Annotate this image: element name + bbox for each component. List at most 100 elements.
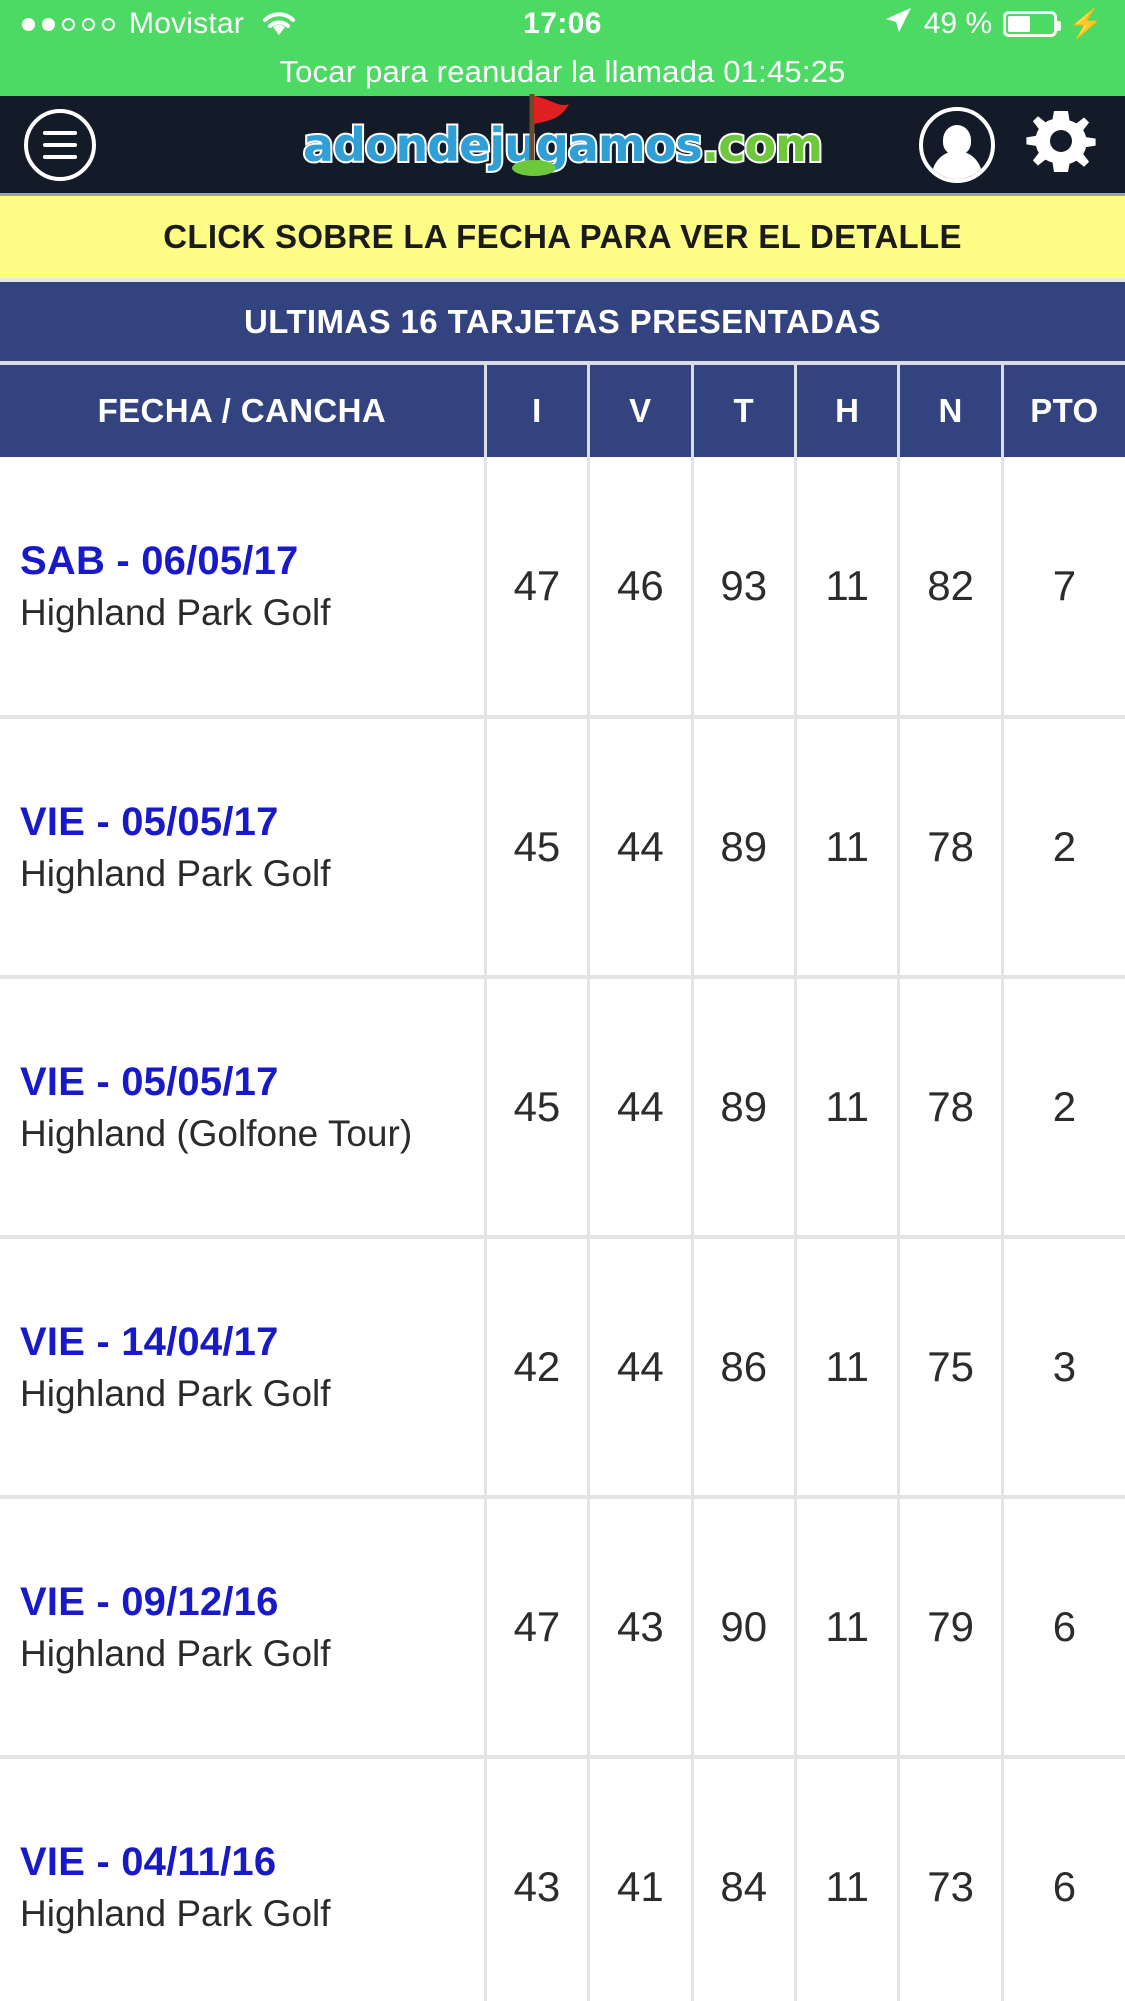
gear-icon[interactable]: [1021, 105, 1101, 185]
cell-fecha-cancha: VIE - 09/12/16 Highland Park Golf: [0, 1495, 486, 1757]
cell-fecha-cancha: SAB - 06/05/17 Highland Park Golf: [0, 457, 485, 717]
cell-n: 79: [897, 1495, 1003, 1757]
signal-dot-1: [22, 17, 35, 31]
cell-h: 11: [793, 1495, 899, 1757]
column-header-h[interactable]: H: [793, 365, 899, 457]
location-arrow-icon: [883, 5, 913, 43]
status-bar-top-row: Movistar 17:06 49 % ⚡: [0, 0, 1125, 48]
scorecard-date-link[interactable]: SAB - 06/05/17: [20, 536, 484, 586]
cell-pto: 6: [1000, 1495, 1125, 1757]
cell-i: 45: [483, 975, 589, 1237]
column-header-fecha[interactable]: FECHA / CANCHA: [0, 365, 486, 457]
scorecard-date-link[interactable]: VIE - 05/05/17: [20, 1057, 484, 1107]
cell-v: 44: [587, 975, 693, 1237]
cell-h: 11: [793, 457, 899, 717]
cell-v: 46: [587, 457, 693, 717]
cell-i: 43: [483, 1755, 589, 2001]
cell-pto: 7: [1000, 457, 1125, 717]
scorecard-date-link[interactable]: VIE - 14/04/17: [20, 1317, 484, 1367]
app-header: adondejugamos .com: [0, 93, 1125, 196]
cell-h: 11: [793, 1755, 899, 2001]
cell-v: 44: [587, 1235, 693, 1497]
scorecard-course-name: Highland Park Golf: [20, 1892, 331, 1934]
scorecard-course-name: Highland Park Golf: [20, 852, 331, 894]
status-bar-right: 49 % ⚡: [883, 5, 1103, 43]
cell-i: 47: [483, 1495, 589, 1757]
detail-hint-banner: CLICK SOBRE LA FECHA PARA VER EL DETALLE: [0, 196, 1125, 282]
cell-h: 11: [793, 715, 899, 977]
header-actions: [919, 105, 1101, 185]
status-bar: Movistar 17:06 49 % ⚡ Tocar para reanuda…: [0, 0, 1125, 96]
cell-v: 43: [587, 1495, 693, 1757]
table-row: VIE - 09/12/16 Highland Park Golf 47 43 90 11…: [0, 1495, 1125, 1757]
status-bar-left: Movistar: [22, 7, 296, 41]
cell-n: 82: [897, 457, 1003, 717]
scorecard-course-name: Highland Park Golf: [20, 591, 331, 633]
avatar-body: [932, 150, 982, 179]
hamburger-bar-1: [43, 130, 77, 135]
table-title: ULTIMAS 16 TARJETAS PRESENTADAS: [0, 282, 1125, 365]
battery-icon: [1003, 11, 1062, 37]
cell-n: 78: [897, 715, 1003, 977]
column-header-i[interactable]: I: [483, 365, 589, 457]
table-body: SAB - 06/05/17 Highland Park Golf 47 46 93 11…: [0, 457, 1125, 2001]
cell-t: 90: [690, 1495, 796, 1757]
scorecards-table: FECHA / CANCHA I V T H N PTO SAB - 06/05…: [0, 365, 1125, 2001]
cell-i: 42: [483, 1235, 589, 1497]
user-profile-icon[interactable]: [919, 106, 995, 183]
signal-dot-5: [102, 17, 115, 31]
signal-dot-4: [82, 17, 95, 31]
signal-strength-dots: [22, 17, 115, 31]
table-row: VIE - 04/11/16 Highland Park Golf 43 41 84 11…: [0, 1755, 1125, 2001]
scorecard-date-link[interactable]: VIE - 09/12/16: [20, 1577, 484, 1627]
column-header-n[interactable]: N: [897, 365, 1003, 457]
cell-n: 78: [897, 975, 1003, 1237]
hamburger-bar-3: [43, 154, 77, 159]
cell-h: 11: [793, 975, 899, 1237]
table-row: VIE - 05/05/17 Highland Park Golf 45 44 89 11…: [0, 715, 1125, 977]
hamburger-bar-2: [43, 142, 77, 147]
carrier-name: Movistar: [129, 7, 244, 40]
site-logo-name: adondejugamos: [301, 116, 705, 174]
battery-level-fill: [1008, 16, 1030, 32]
cell-n: 73: [897, 1755, 1003, 2001]
table-row: SAB - 06/05/17 Highland Park Golf 47 46 93 11…: [0, 457, 1125, 717]
table-row: VIE - 14/04/17 Highland Park Golf 42 44 86 11…: [0, 1235, 1125, 1497]
cell-pto: 6: [1000, 1755, 1125, 2001]
cell-fecha-cancha: VIE - 05/05/17 Highland Park Golf: [0, 715, 486, 977]
column-header-t[interactable]: T: [690, 365, 796, 457]
cell-fecha-cancha: VIE - 14/04/17 Highland Park Golf: [0, 1235, 486, 1497]
site-logo-inner: adondejugamos .com: [301, 93, 825, 176]
cell-fecha-cancha: VIE - 05/05/17 Highland (Golfone Tour): [0, 975, 486, 1237]
cell-t: 89: [690, 715, 796, 977]
cell-i: 47: [483, 457, 589, 717]
cell-t: 93: [690, 457, 796, 717]
lightning-bolt-icon: ⚡: [1068, 8, 1103, 39]
cell-t: 86: [690, 1235, 796, 1497]
column-header-pto[interactable]: PTO: [1000, 365, 1125, 457]
battery-percent-label: 49 %: [923, 7, 993, 40]
scorecard-date-link[interactable]: VIE - 04/11/16: [20, 1837, 484, 1887]
site-logo-tld: .com: [700, 116, 825, 174]
hamburger-menu-icon[interactable]: [24, 108, 96, 181]
signal-dot-3: [62, 17, 75, 31]
cell-t: 84: [690, 1755, 796, 2001]
table-row: VIE - 05/05/17 Highland (Golfone Tour) 45 4…: [0, 975, 1125, 1237]
signal-dot-2: [42, 17, 55, 31]
table-header: FECHA / CANCHA I V T H N PTO: [0, 365, 1125, 457]
cell-pto: 3: [1000, 1235, 1125, 1497]
cell-h: 11: [793, 1235, 899, 1497]
resume-call-banner[interactable]: Tocar para reanudar la llamada 01:45:25: [0, 48, 1125, 96]
table-header-row: FECHA / CANCHA I V T H N PTO: [0, 365, 1125, 457]
cell-i: 45: [483, 715, 589, 977]
cell-n: 75: [897, 1235, 1003, 1497]
scorecard-course-name: Highland Park Golf: [20, 1372, 331, 1414]
wifi-icon: [262, 11, 296, 37]
scorecard-date-link[interactable]: VIE - 05/05/17: [20, 797, 484, 847]
scorecard-course-name: Highland (Golfone Tour): [20, 1112, 413, 1154]
cell-v: 44: [587, 715, 693, 977]
cell-t: 89: [690, 975, 796, 1237]
cell-pto: 2: [1000, 975, 1125, 1237]
column-header-v[interactable]: V: [587, 365, 693, 457]
cell-v: 41: [587, 1755, 693, 2001]
